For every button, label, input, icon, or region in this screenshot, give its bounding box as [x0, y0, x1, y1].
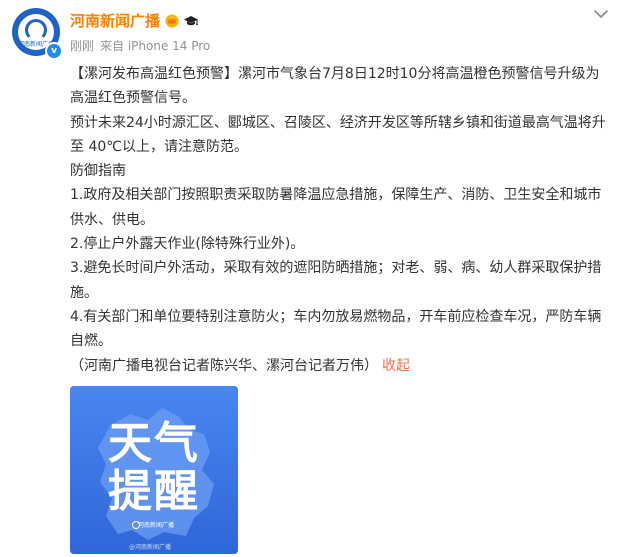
post-paragraph-guide-4: 4.有关部门和单位要特别注意防火；车内勿放易燃物品，开车前应检查车况，严防车辆自… — [70, 308, 602, 350]
post-source: 来自 iPhone 14 Pro — [100, 39, 211, 53]
weibo-post-card: 河南新闻广播 v 河南新闻广播 刚刚 来自 iPhone 14 Pro 【漯河发布… — [0, 0, 621, 557]
post-paragraph-guide-1: 1.政府及相关部门按照职责采取防暑降温应急措施，保障生产、消防、卫生安全和城市供… — [70, 187, 602, 228]
collapse-link[interactable]: 收起 — [382, 358, 410, 374]
post-time[interactable]: 刚刚 — [70, 39, 94, 53]
post-paragraph-guide-2: 2.停止户外露天作业(除特殊行业外)。 — [70, 236, 305, 253]
weather-reminder-graphic: 天气 提醒 河南新闻广播 @河南新闻广播 — [70, 386, 238, 554]
post-credit: （河南广播电视台记者陈兴华、漯河台记者万伟） — [70, 357, 378, 374]
avatar-logo-ring — [25, 19, 47, 41]
post-paragraph-forecast: 预计未来24小时源汇区、郾城区、召陵区、经济开发区等所辖乡镇和街道最高气温将升至… — [70, 114, 606, 155]
verified-badge-icon: v — [45, 42, 63, 60]
author-row: 河南新闻广播 — [70, 11, 199, 31]
post-meta: 刚刚 来自 iPhone 14 Pro — [70, 38, 210, 54]
author-name[interactable]: 河南新闻广播 — [70, 11, 160, 31]
post-credit-line: （河南广播电视台记者陈兴华、漯河台记者万伟） 收起 — [70, 354, 610, 378]
image-watermark: @河南新闻广播 — [129, 543, 171, 551]
image-logo-text: 河南新闻广播 — [138, 521, 174, 529]
crown-icon[interactable] — [165, 14, 179, 28]
post-paragraph-guide-title: 防御指南 — [70, 163, 126, 180]
post-paragraph-guide-3: 3.避免长时间户外活动，采取有效的遮阳防晒措施；对老、弱、病、幼人群采取保护措施… — [70, 260, 602, 301]
image-title-line-1: 天气 — [108, 418, 200, 469]
post-image-weather-reminder[interactable]: 天气 提醒 河南新闻广播 @河南新闻广播 — [70, 386, 238, 554]
graduation-cap-icon[interactable] — [183, 14, 199, 28]
image-title-line-2: 提醒 — [108, 466, 200, 517]
post-content: 【漯河发布高温红色预警】漯河市气象台7月8日12时10分将高温橙色预警信号升级为… — [70, 62, 610, 378]
post-paragraph-headline: 【漯河发布高温红色预警】漯河市气象台7月8日12时10分将高温橙色预警信号升级为… — [70, 66, 600, 107]
chevron-down-icon[interactable] — [593, 8, 609, 20]
